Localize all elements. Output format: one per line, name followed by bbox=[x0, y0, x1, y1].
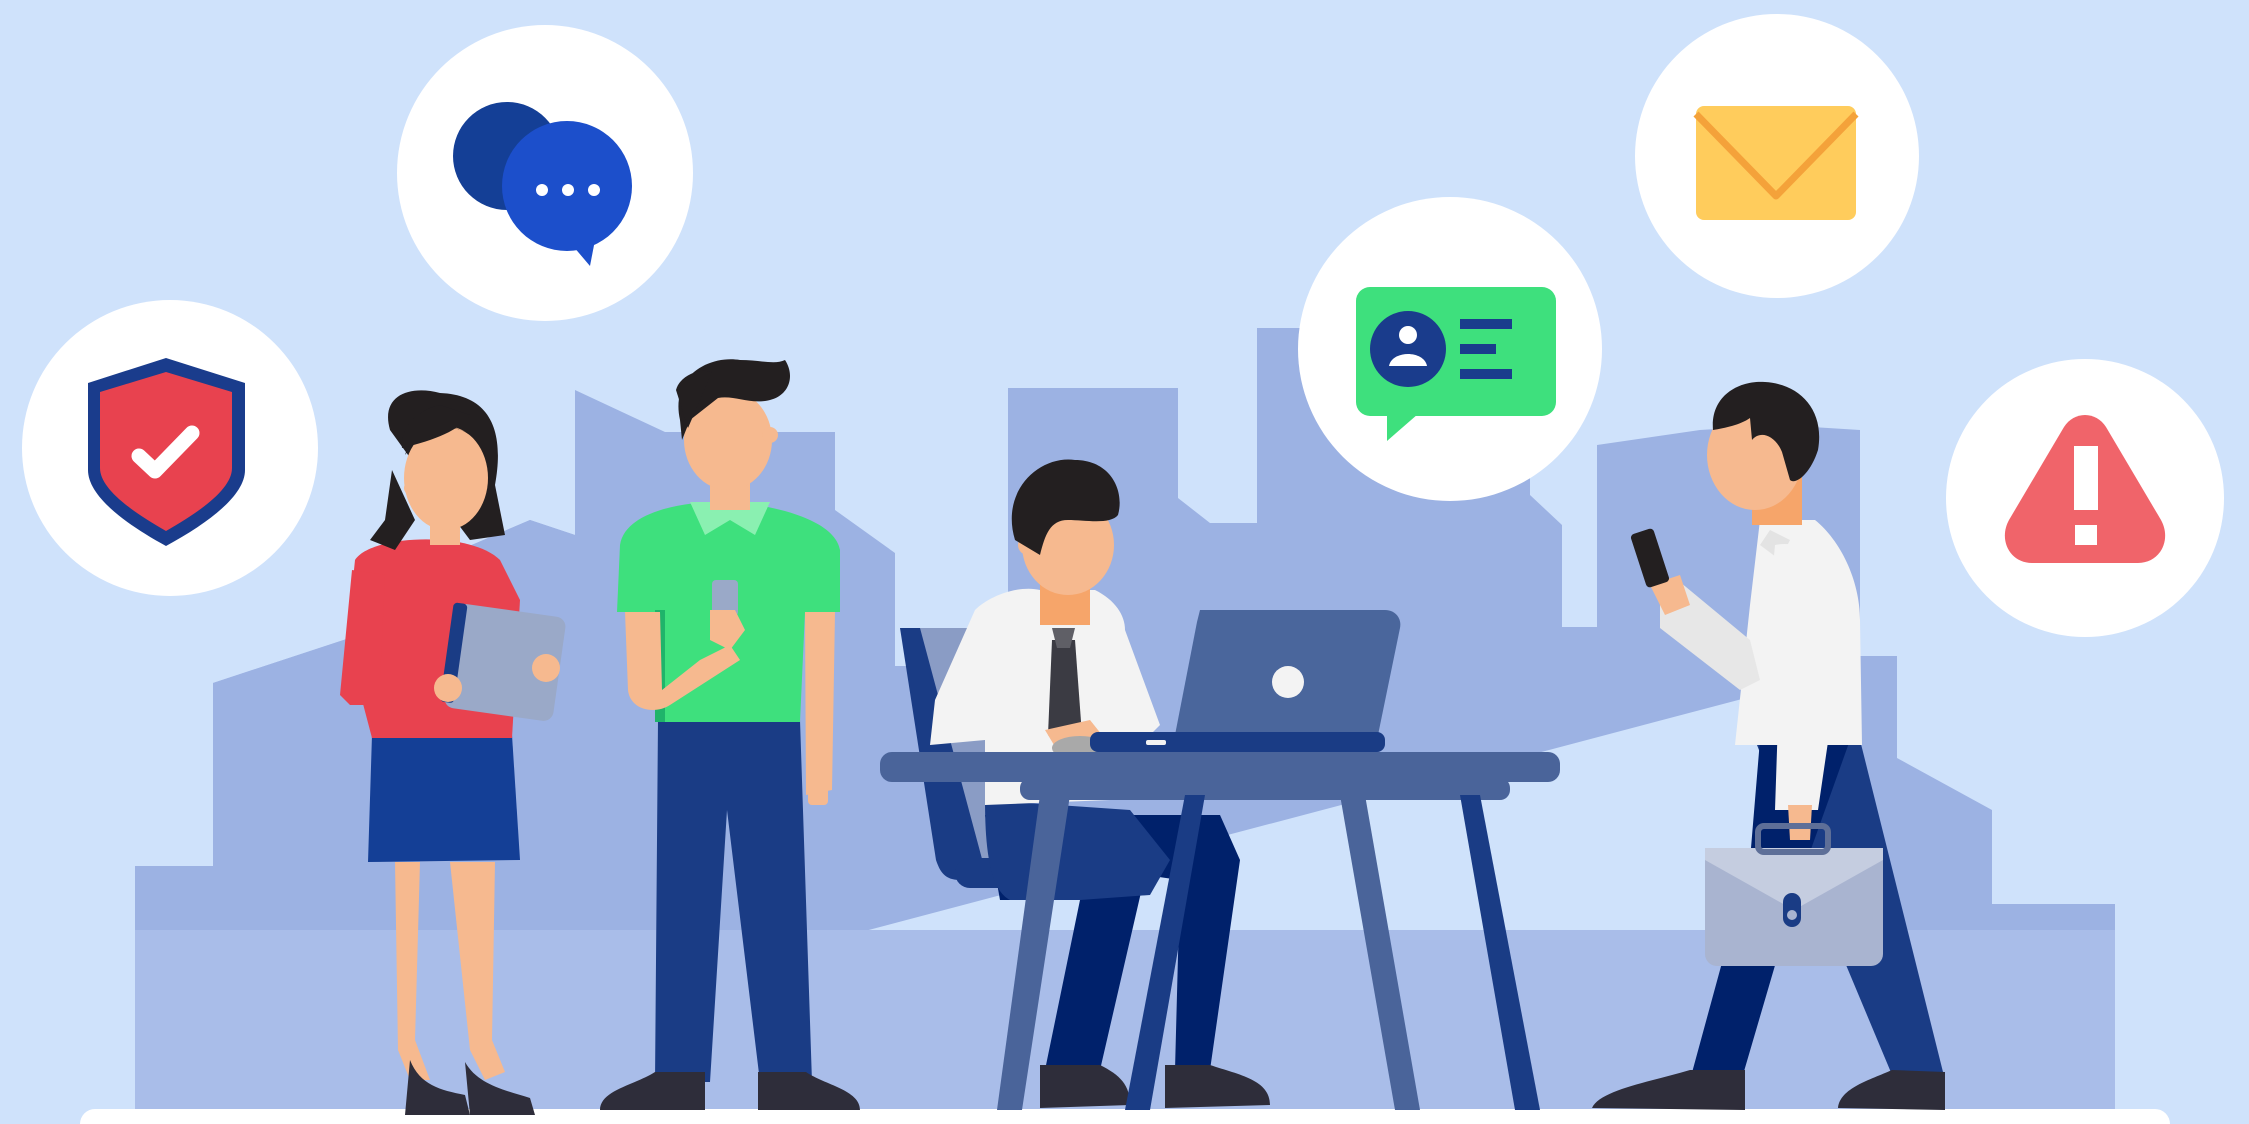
id-card-icon bbox=[1298, 197, 1602, 501]
floor bbox=[80, 1109, 2170, 1124]
shield-icon bbox=[22, 300, 318, 596]
envelope-icon bbox=[1635, 14, 1919, 298]
illustration-stage bbox=[0, 0, 2249, 1124]
warning-icon bbox=[1946, 359, 2224, 637]
chat-bubbles-icon bbox=[397, 25, 693, 321]
office-team-illustration bbox=[0, 0, 2249, 1124]
